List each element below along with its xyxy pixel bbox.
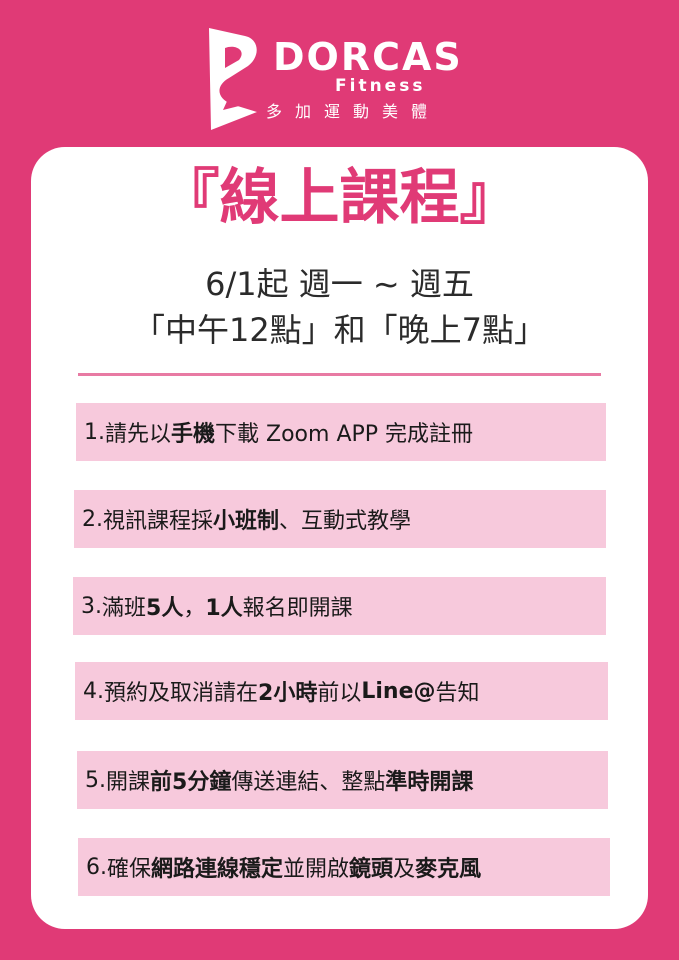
rule-number: 5. xyxy=(85,767,106,793)
rule-text: 告知 xyxy=(435,681,480,706)
rule-emphasis: 1人 xyxy=(205,596,243,621)
schedule-times: 「中午12點」和「晚上7點」 xyxy=(132,311,547,349)
rule-emphasis: 麥克風 xyxy=(415,857,482,882)
rule-text: 下載 Zoom APP 完成註冊 xyxy=(215,422,474,447)
rule-number: 4. xyxy=(83,678,104,704)
rule-text: 傳送連結、整點 xyxy=(231,770,386,795)
rule-emphasis: 前5分鐘 xyxy=(150,770,232,795)
rule-text: 確保 xyxy=(107,857,152,882)
rule-text: 視訊課程採 xyxy=(103,509,214,534)
rule-text: 請先以 xyxy=(105,422,172,447)
rule-text: 、互動式教學 xyxy=(279,509,412,534)
rule-number: 3. xyxy=(81,593,102,619)
brand-logo: DORCAS Fitness 多加運動美體 xyxy=(203,26,473,134)
rule-emphasis: 2小時 xyxy=(258,681,318,706)
brand-sub: Fitness xyxy=(335,76,426,96)
rule-emphasis: 鏡頭 xyxy=(349,857,394,882)
rule-text: 報名即開課 xyxy=(242,596,353,621)
rule-number: 2. xyxy=(82,506,103,532)
rule-item-4: 4. 預約及取消請在 2小時 前以 Line@ 告知 xyxy=(75,662,608,720)
brand-name: DORCAS xyxy=(273,35,463,79)
rule-item-6: 6. 確保 網路連線穩定 並開啟 鏡頭及麥克風 xyxy=(78,838,610,896)
brand-tagline: 多加運動美體 xyxy=(266,102,441,121)
rule-number: 1. xyxy=(84,419,105,445)
rule-text: 滿班 xyxy=(102,596,147,621)
rule-emphasis: 網路連線穩定 xyxy=(151,857,284,882)
rule-text: 開課 xyxy=(106,770,151,795)
page-title: 『線上課程』 xyxy=(159,163,520,233)
rule-item-5: 5. 開課 前5分鐘 傳送連結、整點 準時開課 xyxy=(77,751,608,809)
rule-item-1: 1. 請先以 手機 下載 Zoom APP 完成註冊 xyxy=(76,403,606,461)
rule-text: 前以 xyxy=(317,681,362,706)
rule-item-2: 2. 視訊課程採 小班制 、互動式教學 xyxy=(74,490,606,548)
rule-emphasis: Line@ xyxy=(361,678,436,704)
dorcas-logo-icon xyxy=(209,28,257,130)
divider xyxy=(78,373,601,376)
rule-emphasis: 小班制 xyxy=(213,509,280,534)
rule-emphasis: 手機 xyxy=(171,422,216,447)
rule-text: ， xyxy=(183,596,206,621)
rule-item-3: 3. 滿班 5人， 1人 報名即開課 xyxy=(73,577,606,635)
rule-text: 並開啟 xyxy=(283,857,350,882)
rule-emphasis: 5人 xyxy=(146,596,184,621)
rule-number: 6. xyxy=(86,854,107,880)
rule-emphasis: 準時開課 xyxy=(385,770,474,795)
rule-text: 預約及取消請在 xyxy=(104,681,259,706)
schedule-days: 6/1起 週一 ~ 週五 xyxy=(205,265,474,303)
rule-text: 及 xyxy=(393,857,416,882)
